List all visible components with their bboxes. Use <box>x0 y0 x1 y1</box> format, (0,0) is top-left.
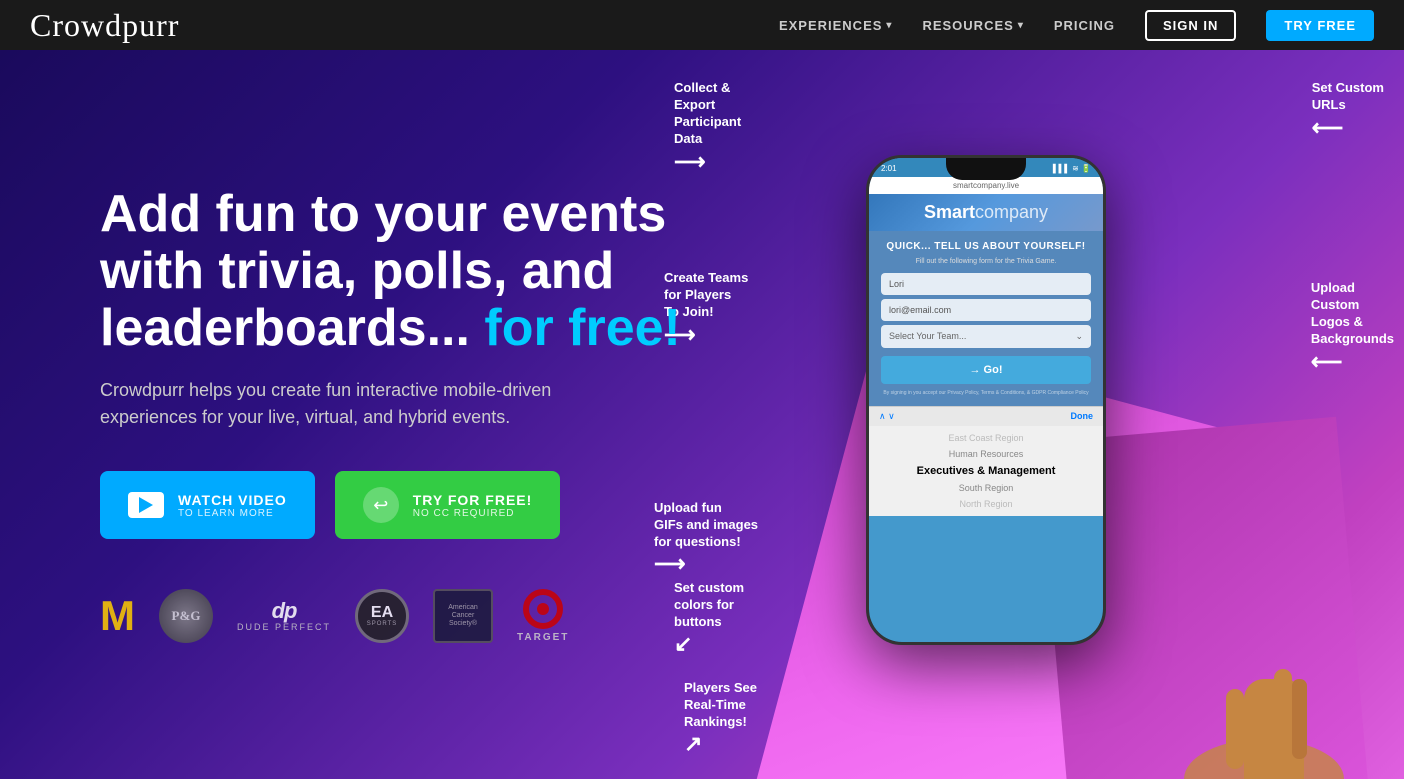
brand-logos: M P&G dp DUDE PERFECT EA SPORTS American… <box>100 589 700 643</box>
target-logo: TARGET <box>517 589 569 643</box>
headline-highlight: for free! <box>484 299 680 357</box>
phone-time: 2:01 <box>881 164 897 173</box>
signin-button[interactable]: SIGN IN <box>1145 10 1236 41</box>
phone-email-input: lori@email.com <box>881 299 1091 321</box>
arrow-collect-icon: ⟶ <box>674 148 741 177</box>
navigation: Crowdpurr EXPERIENCES ▾ RESOURCES ▾ PRIC… <box>0 0 1404 50</box>
phone-desc: Fill out the following form for the Triv… <box>881 258 1091 265</box>
phone-name-input: Lori <box>881 273 1091 295</box>
phone-picker: ∧ ∨ Done East Coast Region Human Resourc… <box>869 406 1103 516</box>
hero-buttons: WATCH VIDEO TO LEARN MORE ↩ TRY FOR FREE… <box>100 471 700 539</box>
picker-done-button[interactable]: Done <box>1071 411 1094 422</box>
hero-right: Collect &ExportParticipantData ⟶ Set Cus… <box>644 50 1404 779</box>
phone-screen: 2:01 ▌▌▌ ≋ 🔋 smartcompany.live Smartcomp… <box>869 158 1103 642</box>
nav-experiences[interactable]: EXPERIENCES ▾ <box>779 18 893 33</box>
hero-content: Add fun to your events with trivia, poll… <box>0 186 700 644</box>
hero-headline: Add fun to your events with trivia, poll… <box>100 186 700 358</box>
nav-resources[interactable]: RESOURCES ▾ <box>922 18 1023 33</box>
watch-video-button[interactable]: WATCH VIDEO TO LEARN MORE <box>100 471 315 539</box>
phone-question: QUICK... TELL US ABOUT YOURSELF! <box>881 241 1091 252</box>
play-triangle-icon <box>139 497 153 513</box>
phone-brand-bar: Smartcompany <box>869 194 1103 231</box>
nav-links: EXPERIENCES ▾ RESOURCES ▾ PRICING SIGN I… <box>779 10 1374 41</box>
annotation-custom-url: Set CustomURLs ⟵ <box>1312 80 1384 142</box>
annotation-logos: UploadCustomLogos &Backgrounds ⟵ <box>1311 280 1394 376</box>
youtube-icon <box>128 492 164 518</box>
chevron-down-icon: ▾ <box>886 20 892 31</box>
ea-sports-logo: EA SPORTS <box>355 589 409 643</box>
try-button-text: TRY FOR FREE! NO CC REQUIRED <box>413 492 533 519</box>
try-free-button[interactable]: TRY FREE <box>1266 10 1374 41</box>
pg-logo: P&G <box>159 589 213 643</box>
logo[interactable]: Crowdpurr <box>30 7 179 44</box>
arrow-rankings-icon: ↗ <box>684 730 757 759</box>
phone-frame: 2:01 ▌▌▌ ≋ 🔋 smartcompany.live Smartcomp… <box>866 155 1106 645</box>
try-free-hero-button[interactable]: ↩ TRY FOR FREE! NO CC REQUIRED <box>335 471 561 539</box>
annotation-collect: Collect &ExportParticipantData ⟶ <box>674 80 741 176</box>
picker-option-selected[interactable]: Executives & Management <box>869 462 1103 480</box>
acs-logo: AmericanCancerSociety® <box>433 589 493 643</box>
watch-button-text: WATCH VIDEO TO LEARN MORE <box>178 492 287 519</box>
mcdonalds-logo: M <box>100 595 135 637</box>
picker-option[interactable]: East Coast Region <box>869 430 1103 446</box>
phone-mockup: 2:01 ▌▌▌ ≋ 🔋 smartcompany.live Smartcomp… <box>866 155 1106 645</box>
picker-option[interactable]: North Region <box>869 496 1103 512</box>
phone-fine-print: By signing in you accept our Privacy Pol… <box>881 390 1091 396</box>
picker-options: East Coast Region Human Resources Execut… <box>869 426 1103 516</box>
annotation-rankings: Players SeeReal-TimeRankings! ↗ <box>684 680 757 759</box>
phone-brand-name: Smartcompany <box>924 202 1048 223</box>
phone-go-button[interactable]: → Go! <box>881 356 1091 384</box>
phone-picker-toolbar: ∧ ∨ Done <box>869 407 1103 426</box>
phone-signal: ▌▌▌ ≋ 🔋 <box>1053 164 1091 173</box>
picker-option[interactable]: South Region <box>869 480 1103 496</box>
hero-subtext: Crowdpurr helps you create fun interacti… <box>100 377 580 431</box>
arrow-logos-icon: ⟵ <box>1311 348 1394 377</box>
picker-option[interactable]: Human Resources <box>869 446 1103 462</box>
phone-team-select: Select Your Team... ⌄ <box>881 325 1091 348</box>
dude-perfect-logo: dp DUDE PERFECT <box>237 600 331 632</box>
hero-section: Add fun to your events with trivia, poll… <box>0 50 1404 779</box>
arrow-url-icon: ⟵ <box>1312 114 1384 143</box>
hand-holding-phone <box>1144 599 1344 779</box>
arrow-circle-icon: ↩ <box>363 487 399 523</box>
nav-pricing[interactable]: PRICING <box>1054 18 1115 33</box>
phone-notch <box>946 158 1026 180</box>
phone-url: smartcompany.live <box>953 181 1019 190</box>
picker-nav[interactable]: ∧ ∨ <box>879 411 895 422</box>
chevron-down-icon: ▾ <box>1018 20 1024 31</box>
phone-form: QUICK... TELL US ABOUT YOURSELF! Fill ou… <box>869 231 1103 406</box>
